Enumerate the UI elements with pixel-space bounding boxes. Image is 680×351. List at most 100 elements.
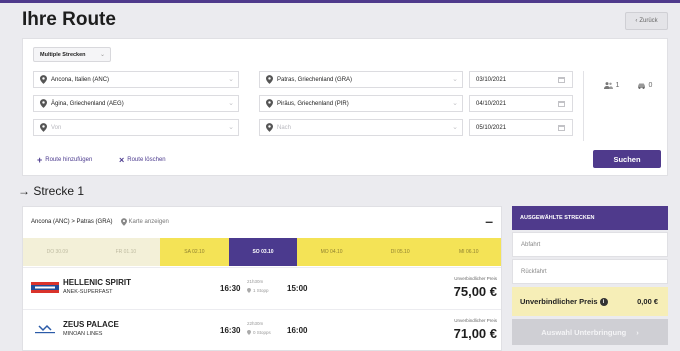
location-pin-icon [266, 123, 273, 132]
duration: 22h30m [247, 321, 264, 326]
add-route-link[interactable]: + Route hinzufügen [37, 155, 92, 165]
close-icon: × [119, 155, 125, 165]
chevron-down-icon: ⌄ [99, 52, 105, 58]
price-label: Unverbindlicher Preis [454, 276, 497, 281]
ferry-company-logo [35, 324, 55, 334]
destination-field-3[interactable]: Nach ⌄ [259, 119, 463, 136]
total-price: Unverbindlicher Preis i 0,00 € [512, 287, 668, 316]
price: 71,00 € [453, 326, 497, 341]
date-field-3[interactable]: 05/10/2021 [469, 119, 573, 136]
search-card: Multiple Strecken ⌄ Ancona, Italien (ANC… [22, 38, 668, 176]
people-icon [603, 82, 613, 89]
route-label: Ancona (ANC) > Patras (GRA) [31, 219, 113, 225]
date-tab-selected[interactable]: SO 03.10 [228, 238, 298, 266]
location-pin-icon [40, 75, 47, 84]
date-value-3: 05/10/2021 [476, 124, 507, 131]
car-icon [637, 83, 645, 89]
date-tab[interactable]: FR 01.10 [91, 238, 161, 266]
stops: 0 Stopps [247, 330, 271, 335]
leg-section-title: → Strecke 1 [18, 184, 85, 198]
delete-route-link[interactable]: × Route löschen [119, 155, 166, 165]
location-pin-icon [247, 288, 251, 293]
selected-routes-header: AUSGEWÄHLTE STRECKEN [512, 206, 668, 230]
return-summary: Rückfahrt [512, 259, 668, 284]
price: 75,00 € [453, 284, 497, 299]
origin-placeholder-3: Von [51, 124, 62, 131]
origin-value-1: Ancona, Italien (ANC) [51, 76, 110, 83]
company-name: MINOAN LINES [63, 331, 103, 337]
total-price-value: 0,00 € [637, 297, 658, 306]
selected-routes-panel: AUSGEWÄHLTE STRECKEN Abfahrt Rückfahrt U… [512, 206, 668, 351]
ship-name: HELLENIC SPIRIT [63, 278, 132, 287]
chevron-down-icon: ⌄ [228, 76, 234, 83]
arrival-time: 15:00 [287, 284, 308, 293]
sailing-row[interactable]: ZEUS PALACE MINOAN LINES 16:30 22h30m 0 … [23, 309, 501, 350]
sailing-row[interactable]: HELLENIC SPIRIT ANEK-SUPERFAST 16:30 21h… [23, 267, 501, 309]
date-tab[interactable]: SA 02.10 [160, 238, 229, 266]
location-pin-icon [40, 123, 47, 132]
search-button[interactable]: Suchen [593, 150, 661, 168]
chevron-down-icon: ⌄ [228, 100, 234, 107]
arrival-time: 16:00 [287, 326, 308, 335]
destination-placeholder-3: Nach [277, 124, 292, 131]
route-header: Ancona (ANC) > Patras (GRA) Karte anzeig… [23, 207, 501, 237]
select-accommodation-label: Auswahl Unterbringung [541, 327, 627, 337]
route-mode-select[interactable]: Multiple Strecken ⌄ [33, 47, 111, 62]
chevron-right-icon: › [636, 327, 639, 337]
location-pin-icon [266, 75, 273, 84]
departure-summary: Abfahrt [512, 232, 668, 257]
top-accent-bar [0, 0, 680, 3]
date-tab[interactable]: DO 30.09 [23, 238, 92, 266]
calendar-icon [558, 77, 565, 83]
origin-field-3[interactable]: Von ⌄ [33, 119, 239, 136]
back-label: Zurück [639, 18, 658, 24]
delete-route-label: Route löschen [127, 157, 166, 163]
stops: 1 Stopp [247, 288, 269, 293]
date-tab[interactable]: MI 06.10 [434, 238, 501, 266]
date-value-2: 04/10/2021 [476, 100, 507, 107]
chevron-down-icon: ⌄ [452, 124, 458, 131]
date-tab[interactable]: DI 05.10 [365, 238, 435, 266]
duration: 21h30m [247, 279, 264, 284]
origin-value-2: Ägina, Griechenland (AEG) [51, 100, 124, 107]
origin-field-1[interactable]: Ancona, Italien (ANC) ⌄ [33, 71, 239, 88]
vehicle-count: 0 [637, 82, 652, 89]
divider [583, 71, 584, 141]
date-selector: DO 30.09 FR 01.10 SA 02.10 SO 03.10 MO 0… [23, 238, 501, 266]
date-field-1[interactable]: 03/10/2021 [469, 71, 573, 88]
show-map-link[interactable]: Karte anzeigen [120, 218, 169, 226]
date-tab[interactable]: MO 04.10 [297, 238, 366, 266]
total-price-label: Unverbindlicher Preis [520, 297, 598, 306]
passenger-count: 1 [603, 82, 619, 89]
destination-value-2: Piräus, Griechenland (PIR) [277, 100, 349, 107]
location-pin-icon [40, 99, 47, 108]
location-pin-icon [266, 99, 273, 108]
plus-icon: + [37, 155, 43, 165]
calendar-icon [558, 101, 565, 107]
chevron-down-icon: ⌄ [452, 76, 458, 83]
departure-time: 16:30 [220, 284, 241, 293]
origin-field-2[interactable]: Ägina, Griechenland (AEG) ⌄ [33, 95, 239, 112]
chevron-down-icon: ⌄ [228, 124, 234, 131]
select-accommodation-button[interactable]: Auswahl Unterbringung › [512, 319, 668, 345]
company-name: ANEK-SUPERFAST [63, 289, 113, 295]
departure-time: 16:30 [220, 326, 241, 335]
price-label: Unverbindlicher Preis [454, 318, 497, 323]
destination-field-1[interactable]: Patras, Griechenland (GRA) ⌄ [259, 71, 463, 88]
calendar-icon [558, 125, 565, 131]
chevron-down-icon: ⌄ [452, 100, 458, 107]
ship-name: ZEUS PALACE [63, 320, 119, 329]
destination-field-2[interactable]: Piräus, Griechenland (PIR) ⌄ [259, 95, 463, 112]
ferry-company-logo [31, 282, 59, 293]
add-route-label: Route hinzufügen [45, 157, 93, 163]
date-field-2[interactable]: 04/10/2021 [469, 95, 573, 112]
info-icon[interactable]: i [599, 297, 608, 306]
date-value-1: 03/10/2021 [476, 76, 507, 83]
collapse-icon[interactable]: – [485, 213, 493, 229]
location-pin-icon [247, 330, 251, 335]
destination-value-1: Patras, Griechenland (GRA) [277, 76, 353, 83]
route-mode-value: Multiple Strecken [40, 51, 86, 58]
passenger-vehicle-selector[interactable]: 1 0 [595, 77, 661, 94]
page-title: Ihre Route [22, 9, 116, 30]
back-button[interactable]: ‹ Zurück [625, 12, 668, 30]
